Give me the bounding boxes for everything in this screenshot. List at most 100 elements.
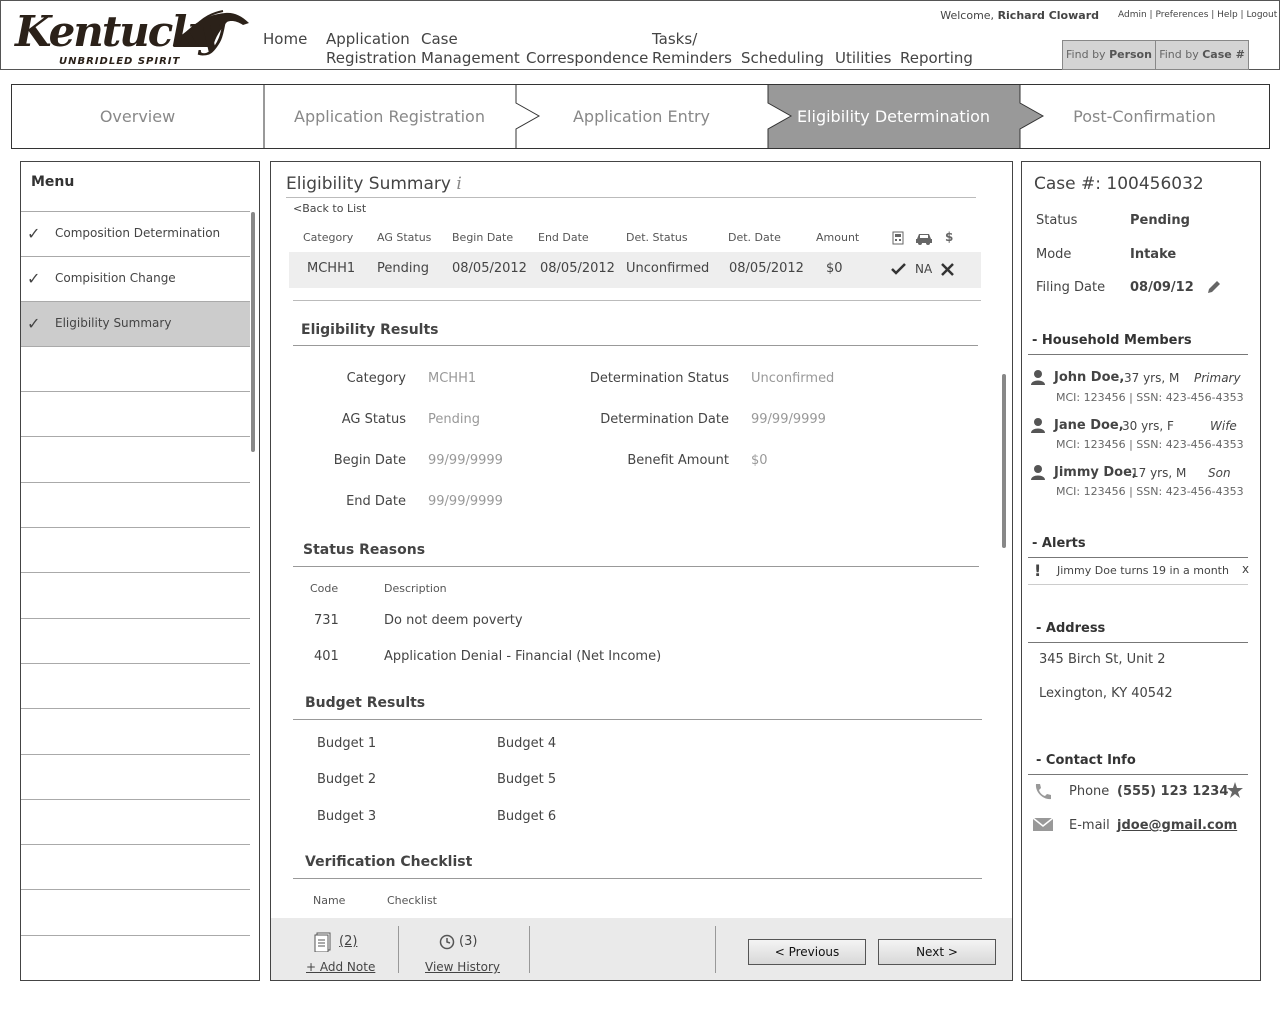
add-note-link[interactable]: + Add Note	[306, 960, 375, 974]
field-label: Filing Date	[1036, 280, 1106, 295]
admin-link[interactable]: Admin	[1118, 10, 1147, 20]
budget-item[interactable]: Budget 4	[497, 736, 556, 751]
email-icon	[1032, 817, 1054, 831]
budget-item[interactable]: Budget 2	[317, 772, 376, 787]
dollar-icon: $	[945, 230, 954, 244]
step-application-registration[interactable]: Application Registration	[264, 85, 515, 148]
menu-empty-row	[21, 889, 250, 934]
status-value: Pending	[1130, 213, 1190, 228]
field-label: Status	[1036, 213, 1078, 228]
member-name[interactable]: Jimmy Doe,	[1054, 465, 1137, 480]
col-header-ag-status: AG Status	[377, 231, 432, 244]
nav-utilities[interactable]: Utilities	[835, 49, 891, 68]
budget-item[interactable]: Budget 5	[497, 772, 556, 787]
nav-correspondence[interactable]: Correspondence	[526, 49, 648, 68]
nav-home[interactable]: Home	[263, 30, 307, 49]
checkmark-icon: ✓	[27, 224, 41, 243]
help-link[interactable]: Help	[1217, 10, 1238, 20]
car-icon	[916, 234, 932, 245]
welcome-text: Welcome, Richard Cloward	[940, 9, 1099, 22]
close-icon[interactable]	[941, 263, 954, 276]
page-title: Eligibility Summary i	[286, 174, 462, 194]
result-label: Benefit Amount	[627, 453, 729, 468]
nav-scheduling[interactable]: Scheduling	[741, 49, 824, 68]
edit-pencil-icon[interactable]	[1206, 279, 1222, 295]
reason-desc: Application Denial - Financial (Net Inco…	[384, 649, 662, 664]
step-eligibility-determination[interactable]: Eligibility Determination	[768, 85, 1019, 148]
member-name[interactable]: Jane Doe,	[1054, 418, 1124, 433]
logout-link[interactable]: Logout	[1246, 10, 1277, 20]
alert-close-icon[interactable]: x	[1242, 562, 1249, 576]
star-icon[interactable]	[1226, 781, 1244, 799]
find-by-person-button[interactable]: Find by Person	[1063, 41, 1156, 69]
row-det-date: 08/05/2012	[729, 261, 804, 276]
result-value: Unconfirmed	[751, 371, 835, 386]
user-name: Richard Cloward	[997, 9, 1099, 22]
row-category: MCHH1	[307, 261, 356, 276]
history-clock-icon[interactable]	[439, 934, 455, 950]
menu-scrollbar[interactable]	[251, 212, 255, 452]
main-scrollbar[interactable]	[1002, 374, 1006, 548]
checkmark-icon: ✓	[27, 269, 41, 288]
calculator-icon	[892, 231, 904, 245]
col-header-name: Name	[313, 894, 346, 907]
col-header-amount: Amount	[816, 231, 860, 244]
preferences-link[interactable]: Preferences	[1155, 10, 1208, 20]
notes-count[interactable]: (2)	[339, 934, 357, 949]
view-history-link[interactable]: View History	[425, 960, 500, 974]
budget-item[interactable]: Budget 3	[317, 809, 376, 824]
menu-empty-row	[21, 436, 250, 481]
member-name[interactable]: John Doe,	[1054, 370, 1124, 385]
result-label: Determination Status	[589, 371, 729, 386]
nav-case-management[interactable]: Case Management	[421, 30, 520, 68]
result-label: Determination Date	[600, 412, 729, 427]
menu-empty-row	[21, 391, 250, 436]
col-header-category: Category	[303, 231, 354, 244]
email-link[interactable]: jdoe@gmail.com	[1117, 818, 1237, 833]
menu-item-eligibility-summary[interactable]: ✓ Eligibility Summary	[21, 301, 250, 346]
step-divider	[263, 85, 265, 148]
result-label: Category	[346, 371, 406, 386]
previous-button[interactable]: < Previous	[748, 939, 866, 965]
nav-reporting[interactable]: Reporting	[900, 49, 973, 68]
menu-item-composition-change[interactable]: ✓ Compisition Change	[21, 256, 250, 301]
back-to-list-link[interactable]: <Back to List	[293, 202, 366, 215]
info-icon[interactable]: i	[456, 174, 461, 194]
notes-icon[interactable]	[314, 932, 332, 952]
nav-application-registration[interactable]: Application Registration	[326, 30, 416, 68]
step-overview[interactable]: Overview	[12, 85, 263, 148]
confirm-check-icon[interactable]	[891, 263, 906, 275]
step-post-confirmation[interactable]: Post-Confirmation	[1020, 85, 1269, 148]
step-application-entry[interactable]: Application Entry	[516, 85, 767, 148]
col-header-end-date: End Date	[538, 231, 589, 244]
nav-tasks-reminders[interactable]: Tasks/Reminders	[652, 30, 732, 68]
address-line2: Lexington, KY 40542	[1039, 686, 1173, 701]
menu-item-composition-determination[interactable]: ✓ Composition Determination	[21, 211, 250, 256]
result-value: Pending	[428, 412, 480, 427]
menu-empty-row	[21, 754, 250, 799]
row-det-status: Unconfirmed	[626, 261, 710, 276]
row-begin-date: 08/05/2012	[452, 261, 527, 276]
mode-value: Intake	[1130, 247, 1177, 262]
next-button[interactable]: Next >	[878, 939, 996, 965]
row-end-date: 08/05/2012	[540, 261, 615, 276]
menu-empty-row	[21, 482, 250, 527]
budget-item[interactable]: Budget 6	[497, 809, 556, 824]
main-panel: Eligibility Summary i <Back to List Cate…	[270, 161, 1013, 981]
logo-tagline: UNBRIDLED SPIRIT	[59, 56, 181, 67]
menu-empty-row	[21, 799, 250, 844]
menu-empty-row	[21, 572, 250, 617]
left-menu: Menu ✓ Composition Determination ✓ Compisi…	[20, 161, 260, 981]
filing-date-value: 08/09/12	[1130, 280, 1194, 295]
kentucky-logo[interactable]: Kentucky UNBRIDLED SPIRIT	[13, 7, 253, 69]
reason-code: 731	[314, 613, 339, 628]
status-reasons-heading: Status Reasons	[303, 542, 426, 558]
verification-checklist-heading: Verification Checklist	[305, 854, 473, 870]
member-role: Wife	[1210, 419, 1237, 433]
result-value: 99/99/9999	[751, 412, 826, 427]
step-arrow	[767, 85, 793, 148]
person-icon	[1031, 465, 1045, 480]
find-by-case-button[interactable]: Find by Case #	[1156, 41, 1248, 69]
budget-item[interactable]: Budget 1	[317, 736, 376, 751]
field-label: Mode	[1036, 247, 1072, 262]
